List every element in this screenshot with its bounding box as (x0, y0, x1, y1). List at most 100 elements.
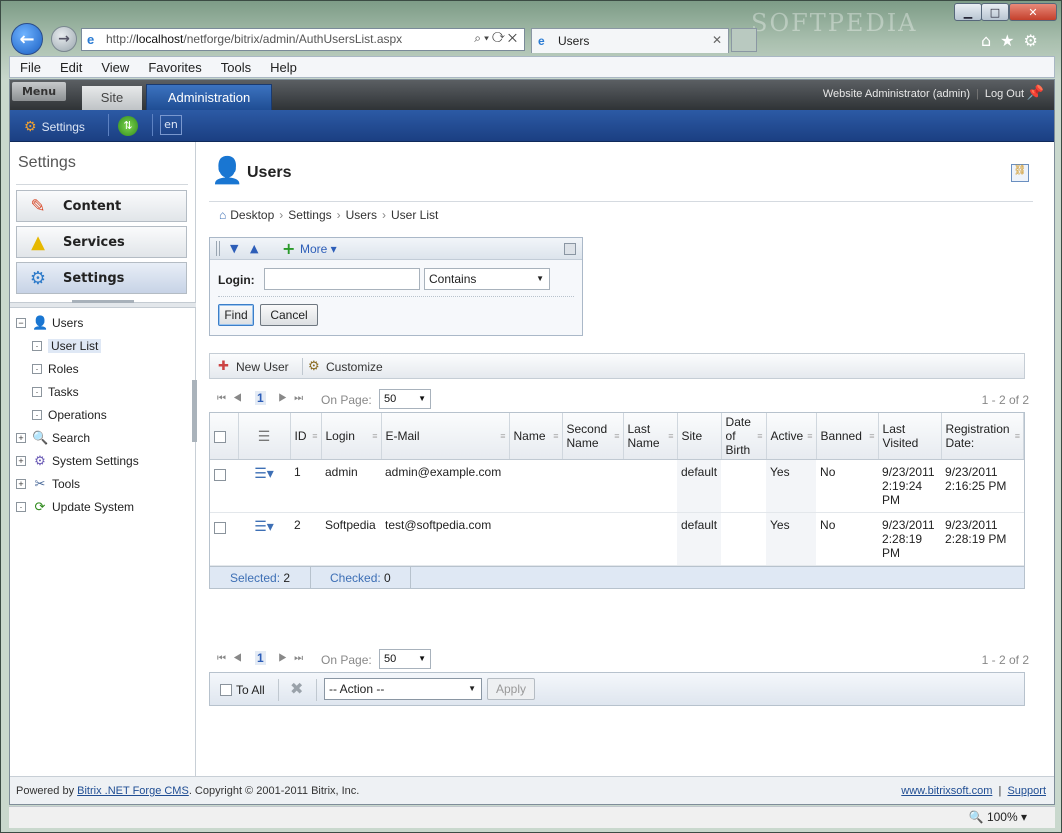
column-header-login[interactable]: Login ≡ (321, 413, 382, 460)
current-page[interactable]: 1 (255, 651, 266, 665)
breadcrumb-users[interactable]: Users (346, 208, 377, 222)
column-header-name[interactable]: Name ≡ (509, 413, 563, 460)
cancel-button[interactable]: Cancel (260, 304, 318, 326)
new-user-button[interactable]: New User (236, 360, 289, 374)
tree-item-operations[interactable]: · Operations (32, 406, 107, 424)
language-button[interactable]: en (160, 115, 182, 135)
splitter-grip[interactable] (72, 300, 134, 303)
drag-grip-icon[interactable] (216, 241, 220, 256)
to-all-label[interactable]: To All (236, 683, 265, 697)
maximize-button[interactable]: □ (981, 3, 1009, 21)
tree-item-tools[interactable]: + ✂ Tools (16, 475, 80, 493)
column-header-banned[interactable]: Banned ≡ (816, 413, 879, 460)
forward-button[interactable]: → (51, 26, 77, 52)
browser-tab-users[interactable]: e Users ✕ (531, 28, 729, 53)
row-select-cell[interactable] (210, 459, 238, 513)
column-header-date-of-birth[interactable]: Date of Birth ≡ (721, 413, 767, 460)
menu-view[interactable]: View (101, 60, 129, 75)
tab-close-icon[interactable]: ✕ (712, 33, 722, 47)
condition-select[interactable]: Contains ▼ (424, 268, 550, 290)
tree-item-search[interactable]: + 🔍 Search (16, 429, 90, 447)
sidebar-splitter[interactable] (10, 300, 196, 308)
settings-toolbar-button[interactable]: ⚙ Settings (24, 118, 85, 135)
browser-toolbar-icons[interactable]: ⌂★⚙ (981, 31, 1047, 50)
breadcrumb-desktop[interactable]: Desktop (230, 208, 274, 222)
menu-tools[interactable]: Tools (221, 60, 251, 75)
sidebar-button-content[interactable]: ✎ Content (16, 190, 187, 222)
link-icon[interactable]: ⛓ (1011, 164, 1029, 182)
action-select[interactable]: -- Action -- ▼ (324, 678, 482, 700)
tab-site[interactable]: Site (82, 86, 142, 110)
address-bar[interactable]: e http://localhost/netforge/bitrix/admin… (81, 28, 525, 51)
tree-item-update-system[interactable]: · ⟳ Update System (16, 498, 134, 516)
select-all-header[interactable] (210, 413, 239, 460)
login-filter-input[interactable] (264, 268, 420, 290)
chevron-down-icon[interactable]: ▼ (230, 242, 238, 255)
update-icon[interactable]: ⇅ (118, 116, 138, 136)
row-checkbox[interactable] (214, 522, 226, 534)
delete-icon[interactable]: ✖ (290, 679, 303, 699)
back-button[interactable]: ← (11, 23, 43, 55)
expand-icon[interactable]: + (16, 479, 26, 489)
row-menu-icon[interactable]: ☰▾ (254, 465, 274, 481)
menu-file[interactable]: File (20, 60, 41, 75)
current-page[interactable]: 1 (255, 391, 266, 405)
find-button[interactable]: Find (218, 304, 254, 326)
row-checkbox[interactable] (214, 469, 226, 481)
column-header-last-visited[interactable]: Last Visited (878, 413, 942, 460)
favorites-star-icon[interactable]: ★ (1000, 31, 1023, 50)
expand-icon[interactable]: + (16, 456, 26, 466)
pin-icon[interactable]: 📌 (1027, 85, 1044, 101)
customize-button[interactable]: Customize (326, 360, 383, 374)
column-header-second-name[interactable]: Second Name ≡ (562, 413, 624, 460)
close-button[interactable]: ✕ (1009, 3, 1057, 21)
address-controls[interactable]: ⌕▾⟳✕ (474, 31, 520, 46)
column-header-email[interactable]: E-Mail ≡ (381, 413, 510, 460)
row-menu-cell[interactable]: ☰▾ (238, 512, 290, 566)
tab-administration[interactable]: Administration (146, 84, 272, 110)
panel-splitter-handle[interactable] (192, 380, 197, 442)
sidebar-button-settings[interactable]: ⚙ Settings (16, 262, 187, 294)
tree-item-users[interactable]: − 👤 Users (16, 314, 83, 332)
minimize-button[interactable]: ▁ (954, 3, 982, 21)
page-size-select[interactable]: 50 ▼ (379, 389, 431, 409)
table-row[interactable]: ☰▾ 1 admin admin@example.com default Yes… (210, 459, 1024, 513)
column-header-site[interactable]: Site (677, 413, 722, 460)
column-header-id[interactable]: ID ≡ (290, 413, 322, 460)
menu-favorites[interactable]: Favorites (148, 60, 201, 75)
tree-item-system-settings[interactable]: + ⚙ System Settings (16, 452, 139, 470)
gear-icon[interactable]: ⚙ (1024, 31, 1047, 50)
tree-item-roles[interactable]: · Roles (32, 360, 79, 378)
home-icon[interactable]: ⌂ (981, 31, 1000, 50)
chevron-up-icon[interactable]: ▲ (250, 242, 258, 255)
sidebar-button-services[interactable]: ▲ Services (16, 226, 187, 258)
column-header-last-name[interactable]: Last Name ≡ (623, 413, 678, 460)
minimize-filter-button[interactable] (564, 243, 576, 255)
table-row[interactable]: ☰▾ 2 Softpedia test@softpedia.com defaul… (210, 512, 1024, 566)
menu-help[interactable]: Help (270, 60, 297, 75)
tree-item-user-list[interactable]: · User List (32, 337, 102, 355)
support-link[interactable]: Support (1007, 785, 1046, 797)
page-size-select[interactable]: 50 ▼ (379, 649, 431, 669)
column-header-registration-date[interactable]: Registration Date: ≡ (941, 413, 1025, 460)
new-tab-button[interactable] (731, 28, 757, 52)
plus-icon[interactable]: + (282, 239, 295, 258)
select-all-checkbox[interactable] (214, 430, 226, 443)
menu-edit[interactable]: Edit (60, 60, 82, 75)
row-menu-cell[interactable]: ☰▾ (238, 459, 290, 513)
column-header-active[interactable]: Active ≡ (766, 413, 817, 460)
collapse-icon[interactable]: − (16, 318, 26, 328)
zoom-control[interactable]: 🔍 100% ▾ (969, 810, 1027, 824)
bitrix-link[interactable]: Bitrix .NET Forge CMS (77, 785, 189, 797)
logout-link[interactable]: Log Out (985, 88, 1024, 100)
row-menu-icon[interactable]: ☰▾ (254, 518, 274, 534)
breadcrumb-settings[interactable]: Settings (288, 208, 331, 222)
tree-item-tasks[interactable]: · Tasks (32, 383, 79, 401)
to-all-checkbox[interactable] (220, 684, 232, 696)
apply-button[interactable]: Apply (487, 678, 535, 700)
menu-toggle-button[interactable]: Menu (12, 82, 66, 101)
site-link[interactable]: www.bitrixsoft.com (901, 785, 992, 797)
more-filters-button[interactable]: More ▾ (300, 242, 337, 256)
expand-icon[interactable]: + (16, 433, 26, 443)
row-select-cell[interactable] (210, 512, 238, 566)
